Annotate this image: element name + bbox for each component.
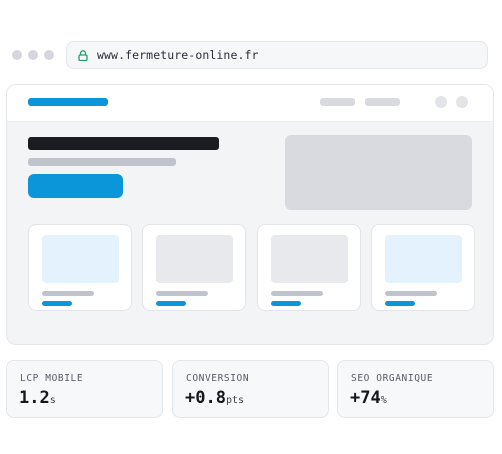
window-dot-icon[interactable] — [12, 50, 22, 60]
url-text[interactable]: www.fermeture-online.fr — [97, 48, 259, 63]
metric-card-seo: SEO ORGANIQUE +74% — [337, 360, 494, 418]
metric-unit: pts — [225, 395, 245, 406]
hero-cta-button — [28, 174, 123, 198]
product-card — [371, 224, 475, 311]
product-card — [142, 224, 246, 311]
hero-title-placeholder — [28, 137, 219, 150]
card-image-placeholder — [271, 235, 348, 283]
nav-link-placeholder — [365, 98, 400, 106]
card-text-placeholder — [385, 291, 437, 296]
card-price-placeholder — [385, 301, 415, 306]
card-image-placeholder — [385, 235, 462, 283]
metric-label: LCP MOBILE — [20, 373, 84, 384]
card-price-placeholder — [42, 301, 72, 306]
hero-subtitle-placeholder — [28, 158, 176, 166]
nav-circle-icon — [456, 96, 468, 108]
card-price-placeholder — [271, 301, 301, 306]
metric-card-lcp: LCP MOBILE 1.2s — [6, 360, 163, 418]
window-dot-icon[interactable] — [28, 50, 38, 60]
site-logo-placeholder — [28, 98, 108, 106]
metric-value: +74 — [350, 388, 381, 408]
card-text-placeholder — [42, 291, 94, 296]
product-card — [257, 224, 361, 311]
card-image-placeholder — [42, 235, 119, 283]
website-preview — [6, 84, 494, 345]
metric-value: +0.8 — [185, 388, 226, 408]
metric-label: SEO ORGANIQUE — [351, 373, 434, 384]
card-image-placeholder — [156, 235, 233, 283]
site-header — [7, 85, 493, 122]
card-text-placeholder — [271, 291, 323, 296]
card-price-placeholder — [156, 301, 186, 306]
lock-icon — [78, 50, 88, 61]
nav-link-placeholder — [320, 98, 355, 106]
window-dot-icon[interactable] — [44, 50, 54, 60]
product-card — [28, 224, 132, 311]
nav-circle-icon — [435, 96, 447, 108]
card-text-placeholder — [156, 291, 208, 296]
metric-value: 1.2 — [19, 388, 50, 408]
metric-card-conversion: CONVERSION +0.8pts — [172, 360, 329, 418]
metric-unit: s — [49, 395, 56, 406]
metric-label: CONVERSION — [186, 373, 250, 384]
hero-image-placeholder — [285, 135, 472, 210]
metric-unit: % — [380, 395, 387, 406]
